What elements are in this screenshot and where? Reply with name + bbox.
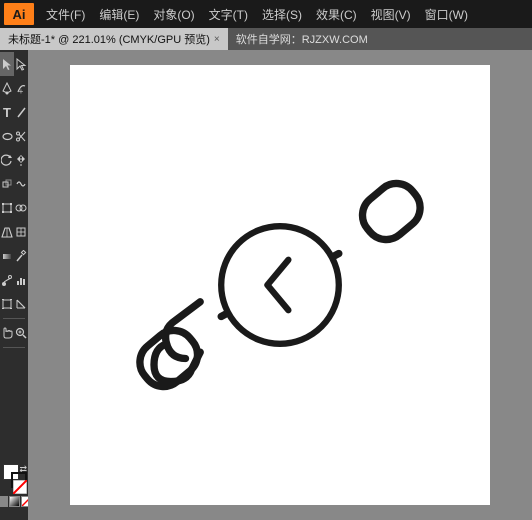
ai-logo: Ai — [4, 3, 34, 25]
shape-builder-tool[interactable] — [14, 196, 28, 220]
menu-view[interactable]: 视图(V) — [365, 4, 417, 25]
blend-tool[interactable] — [0, 268, 14, 292]
gradient-tool[interactable] — [0, 244, 14, 268]
direct-select-tool[interactable] — [14, 52, 28, 76]
tool-row-transform — [0, 148, 28, 172]
menu-file[interactable]: 文件(F) — [40, 4, 91, 25]
menu-effect[interactable]: 效果(C) — [310, 4, 363, 25]
add-anchor-tool[interactable]: + — [14, 76, 28, 100]
scissors-tool[interactable] — [14, 124, 28, 148]
main-layout: + T — [0, 50, 532, 520]
reflect-tool[interactable] — [14, 148, 28, 172]
menu-object[interactable]: 对象(O) — [147, 4, 200, 25]
line-tool[interactable] — [14, 100, 28, 124]
zoom-tool[interactable] — [14, 321, 28, 345]
menu-window[interactable]: 窗口(W) — [419, 4, 474, 25]
tool-row-artboard — [0, 292, 28, 316]
tool-row-freetransform — [0, 196, 28, 220]
toolbar: + T — [0, 50, 28, 520]
pen-tool[interactable] — [0, 76, 14, 100]
menu-select[interactable]: 选择(S) — [256, 4, 308, 25]
ellipse-tool[interactable] — [0, 124, 14, 148]
color-boxes: ⇄ — [1, 464, 27, 494]
canvas-document — [70, 65, 490, 505]
slice-tool[interactable] — [14, 292, 28, 316]
tool-row-perspective — [0, 220, 28, 244]
tool-separator-2 — [3, 347, 25, 348]
solid-color-btn[interactable] — [0, 496, 8, 507]
tool-separator — [3, 318, 25, 319]
tab-right-label: 软件自学网：RJZXW.COM — [228, 28, 532, 50]
menu-text[interactable]: 文字(T) — [203, 4, 254, 25]
artwork-svg — [70, 65, 490, 505]
tool-row-pen: + — [0, 76, 28, 100]
tab-label: 未标题-1* @ 221.01% (CMYK/GPU 预览) — [8, 31, 210, 47]
no-color-btn[interactable] — [21, 496, 29, 507]
tab-bar: 未标题-1* @ 221.01% (CMYK/GPU 预览) × 软件自学网：R… — [0, 28, 532, 50]
select-tool[interactable] — [0, 52, 14, 76]
free-transform-tool[interactable] — [0, 196, 14, 220]
menu-edit[interactable]: 编辑(E) — [93, 4, 145, 25]
tool-row-select — [0, 52, 28, 76]
hand-tool[interactable] — [0, 321, 14, 345]
tool-row-text: T — [0, 100, 28, 124]
column-chart-tool[interactable] — [14, 268, 28, 292]
warp-tool[interactable] — [14, 172, 28, 196]
tool-row-scale — [0, 172, 28, 196]
tool-row-gradient — [0, 244, 28, 268]
tool-row-blend — [0, 268, 28, 292]
color-section: ⇄ — [0, 460, 28, 520]
tool-row-shape — [0, 124, 28, 148]
menu-bar: 文件(F) 编辑(E) 对象(O) 文字(T) 选择(S) 效果(C) 视图(V… — [40, 4, 474, 25]
tab-close-button[interactable]: × — [214, 34, 220, 45]
rotate-tool[interactable] — [0, 148, 14, 172]
canvas-area[interactable] — [28, 50, 532, 520]
svg-text:+: + — [18, 87, 23, 95]
eyedropper-tool[interactable] — [14, 244, 28, 268]
tool-row-hand — [0, 321, 28, 345]
title-bar: Ai 文件(F) 编辑(E) 对象(O) 文字(T) 选择(S) 效果(C) 视… — [0, 0, 532, 28]
scale-tool[interactable] — [0, 172, 14, 196]
perspective-tool[interactable] — [0, 220, 14, 244]
mesh-tool[interactable] — [14, 220, 28, 244]
active-tab[interactable]: 未标题-1* @ 221.01% (CMYK/GPU 预览) × — [0, 28, 228, 50]
none-color-indicator — [13, 480, 27, 494]
text-tool[interactable]: T — [0, 100, 14, 124]
gradient-color-btn[interactable] — [9, 496, 20, 507]
artboard-tool[interactable] — [0, 292, 14, 316]
color-mode-row — [0, 496, 28, 507]
